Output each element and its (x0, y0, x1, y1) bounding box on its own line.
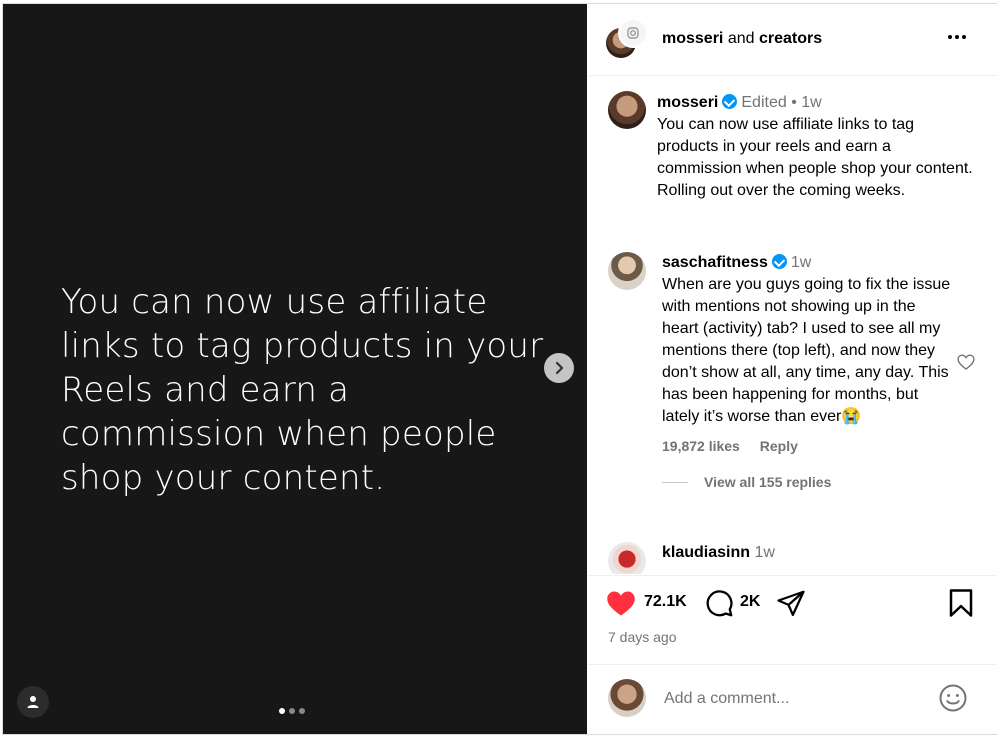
creators-avatar[interactable] (618, 18, 648, 48)
slide-dot-active (279, 708, 285, 714)
comment-bubble-icon (706, 590, 733, 617)
meta-separator: • (791, 94, 797, 111)
slide-dot (289, 708, 295, 714)
post-header: mosseri and creators (588, 4, 997, 76)
coauthor-link[interactable]: creators (759, 30, 822, 47)
caption-text: You can now use affiliate links to tag p… (657, 116, 973, 199)
slide-dot (299, 708, 305, 714)
bookmark-icon (949, 589, 973, 617)
comment-username[interactable]: saschafitness (662, 254, 768, 271)
post-media[interactable]: You can now use affiliate links to tag p… (3, 4, 587, 734)
view-replies-label: View all 155 replies (704, 474, 832, 490)
caption-avatar[interactable] (608, 91, 646, 129)
media-slide-text: You can now use affiliate links to tag p… (61, 282, 544, 498)
caption-username[interactable]: mosseri (657, 94, 718, 111)
comment-meta: klaudiasinn 1w (662, 542, 775, 564)
comment-text: When are you guys going to fix the issue… (662, 276, 951, 425)
comment-avatar[interactable] (608, 542, 646, 574)
header-joiner: and (727, 30, 755, 47)
verified-badge-icon (722, 94, 738, 109)
like-button[interactable] (606, 589, 636, 617)
comment-footer: 19,872 likes Reply (662, 438, 952, 454)
comment-body: saschafitness 1w When are you guys going … (662, 252, 952, 490)
like-count[interactable]: 72.1K (644, 593, 687, 611)
comment-input[interactable] (662, 685, 926, 713)
post-sidebar: mosseri and creators mosseri Edited • 1w … (588, 4, 997, 734)
verified-badge-icon (771, 254, 787, 269)
slide-indicator (279, 708, 305, 714)
next-slide-button[interactable] (544, 353, 574, 383)
comment-meta: saschafitness 1w (662, 252, 952, 274)
comment-time[interactable]: 1w (754, 544, 774, 561)
user-icon (27, 696, 39, 708)
save-button[interactable] (948, 588, 974, 618)
share-plane-icon (777, 590, 805, 616)
tagged-users-button[interactable] (17, 686, 49, 718)
comment-time[interactable]: 1w (791, 254, 811, 271)
caption-time[interactable]: 1w (801, 94, 821, 111)
emoji-smile-icon (939, 684, 967, 712)
more-horizontal-icon (948, 35, 966, 39)
post-header-title: mosseri and creators (662, 30, 822, 48)
share-button[interactable] (776, 588, 806, 618)
author-username[interactable]: mosseri (662, 30, 723, 47)
comment-likes[interactable]: 19,872 likes (662, 438, 740, 454)
heart-filled-icon (607, 591, 635, 616)
caption-body: mosseri Edited • 1w You can now use affil… (657, 92, 977, 202)
edited-label: Edited (741, 94, 787, 111)
action-bar: 72.1K 2K 7 days ago (588, 575, 997, 666)
replies-divider (662, 481, 688, 483)
emoji-button[interactable] (938, 683, 968, 713)
comment-button[interactable] (704, 588, 734, 618)
heart-outline-icon (957, 354, 975, 370)
comment: klaudiasinn 1w (588, 534, 997, 574)
collab-icon (627, 27, 639, 39)
current-user-avatar (608, 679, 646, 717)
chevron-right-icon (555, 361, 564, 375)
view-replies-button[interactable]: View all 155 replies (662, 474, 952, 490)
comment-composer (588, 664, 997, 735)
more-options-button[interactable] (946, 26, 968, 48)
comment-like-button[interactable] (956, 352, 976, 372)
comment-username[interactable]: klaudiasinn (662, 544, 750, 561)
comment-count[interactable]: 2K (740, 593, 760, 611)
post-timestamp[interactable]: 7 days ago (608, 629, 677, 645)
comment-avatar[interactable] (608, 252, 646, 290)
reply-button[interactable]: Reply (760, 438, 798, 454)
caption-meta: mosseri Edited • 1w (657, 92, 977, 114)
